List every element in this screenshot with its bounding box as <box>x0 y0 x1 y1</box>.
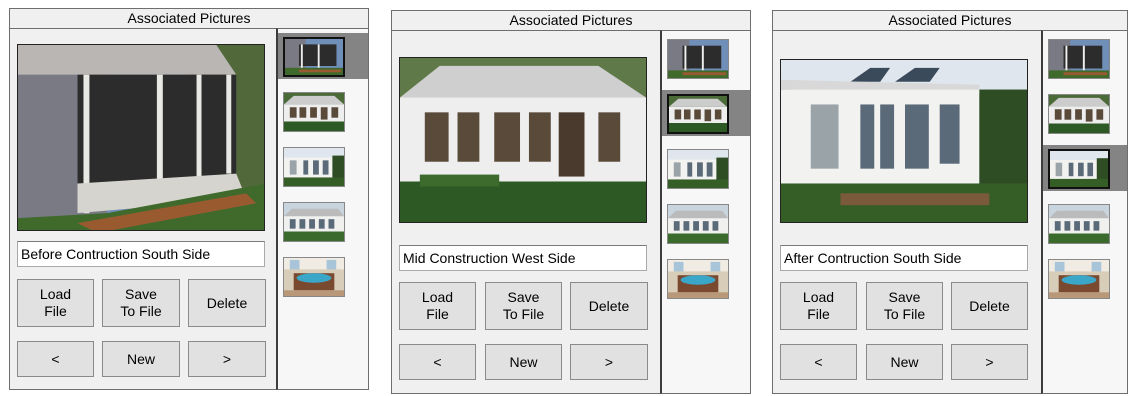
thumbnail-strip[interactable] <box>276 28 369 390</box>
save-to-file-button[interactable]: Save To File <box>102 279 180 327</box>
save-to-file-button[interactable]: Save To File <box>866 282 943 330</box>
sunroom-finished-thumbnail[interactable] <box>667 149 729 189</box>
screened-porch-thumbnail[interactable] <box>667 39 729 79</box>
new-button[interactable]: New <box>866 344 943 380</box>
save-to-file-button[interactable]: Save To File <box>485 282 562 330</box>
panel-title: Associated Pictures <box>772 10 1128 31</box>
sunroom-finished-thumbnail[interactable] <box>283 147 345 187</box>
sunroom-finished-thumbnail[interactable] <box>1048 149 1110 189</box>
sunroom-framing-thumbnail[interactable] <box>1048 94 1110 134</box>
load-file-button[interactable]: Load File <box>17 279 94 327</box>
delete-button[interactable]: Delete <box>188 279 266 327</box>
panel-title: Associated Pictures <box>391 10 751 31</box>
caption-input[interactable]: After Contruction South Side <box>780 245 1028 271</box>
caption-input[interactable]: Before Contruction South Side <box>17 241 265 267</box>
load-file-button[interactable]: Load File <box>780 282 857 330</box>
delete-button[interactable]: Delete <box>570 282 648 330</box>
screened-porch-thumbnail[interactable] <box>283 37 345 77</box>
main-photo <box>780 59 1028 223</box>
sunroom-framing-thumbnail[interactable] <box>667 94 729 134</box>
screened-porch-thumbnail[interactable] <box>1048 39 1110 79</box>
next-button[interactable]: > <box>188 341 266 377</box>
hot-tub-interior-thumbnail[interactable] <box>667 259 729 299</box>
next-button[interactable]: > <box>570 344 648 380</box>
sunroom-framing-thumbnail[interactable] <box>283 92 345 132</box>
new-button[interactable]: New <box>102 341 180 377</box>
thumbnail-strip[interactable] <box>660 30 751 394</box>
delete-button[interactable]: Delete <box>951 282 1028 330</box>
previous-button[interactable]: < <box>780 344 857 380</box>
panel-title: Associated Pictures <box>9 8 369 29</box>
associated-pictures-panel-2: Associated Pictures Mid Construction Wes… <box>391 10 751 394</box>
associated-pictures-panel-3: Associated Pictures After Contruction So… <box>772 10 1128 394</box>
hot-tub-interior-thumbnail[interactable] <box>1048 259 1110 299</box>
thumbnail-strip[interactable] <box>1041 30 1128 394</box>
sunroom-exterior-thumbnail[interactable] <box>1048 204 1110 244</box>
previous-button[interactable]: < <box>17 341 94 377</box>
sunroom-exterior-thumbnail[interactable] <box>283 202 345 242</box>
associated-pictures-panel-1: Associated Pictures Before Contruction S… <box>9 8 369 390</box>
main-photo <box>17 44 265 231</box>
main-photo <box>399 57 647 223</box>
previous-button[interactable]: < <box>399 344 476 380</box>
sunroom-exterior-thumbnail[interactable] <box>667 204 729 244</box>
caption-input[interactable]: Mid Construction West Side <box>399 245 647 271</box>
new-button[interactable]: New <box>485 344 562 380</box>
hot-tub-interior-thumbnail[interactable] <box>283 257 345 297</box>
next-button[interactable]: > <box>951 344 1028 380</box>
load-file-button[interactable]: Load File <box>399 282 476 330</box>
